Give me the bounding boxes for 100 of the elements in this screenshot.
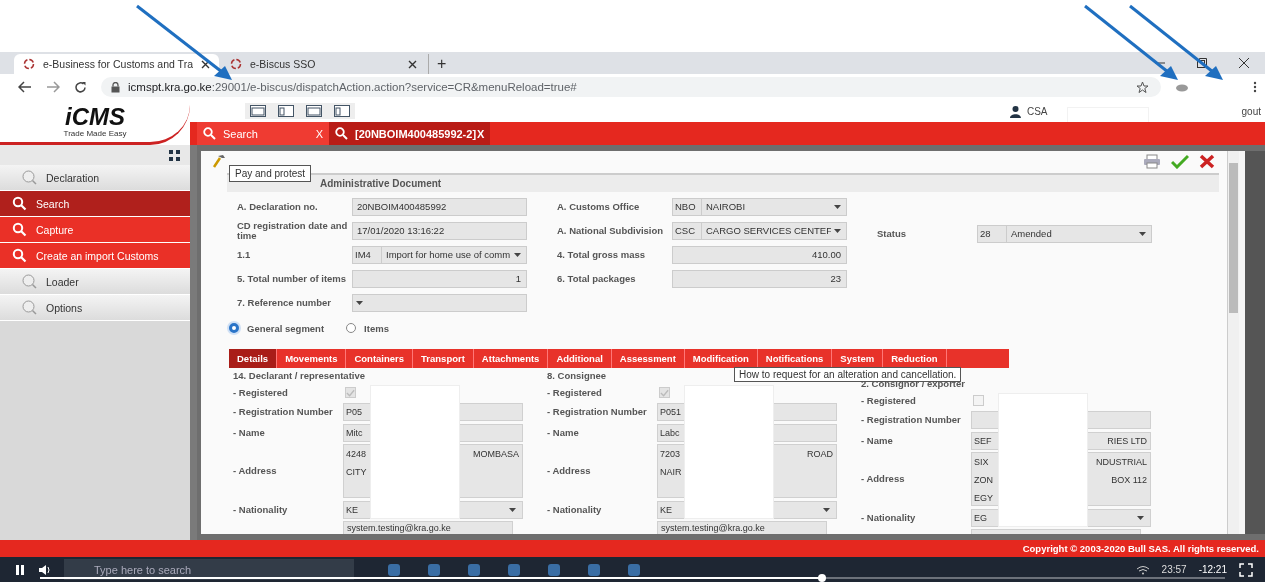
- field-label: CD registration date and time: [237, 220, 349, 241]
- app-icon[interactable]: [626, 561, 642, 578]
- site-icon: [23, 58, 35, 70]
- form-field[interactable]: NBO NAIROBI: [672, 197, 847, 216]
- field-label: - Name: [547, 427, 580, 438]
- radio-option[interactable]: Items: [346, 319, 389, 337]
- grid-icon[interactable]: [169, 149, 180, 161]
- browser-tab[interactable]: e-Business for Customs and Tra: [14, 54, 219, 74]
- layout-icon[interactable]: [277, 104, 295, 118]
- detail-tab[interactable]: Attachments: [473, 349, 549, 368]
- layout-icon[interactable]: [249, 104, 267, 118]
- search-icon: [22, 300, 37, 315]
- module-tab[interactable]: Search X: [197, 122, 329, 145]
- browser-tab[interactable]: e-Biscus SSO: [221, 54, 426, 74]
- search-icon: [203, 127, 216, 140]
- layout-icon[interactable]: [305, 104, 323, 118]
- detail-tab[interactable]: Movements: [277, 349, 347, 368]
- sidebar-item[interactable]: Capture: [0, 217, 190, 243]
- sidebar-item[interactable]: Options: [0, 295, 190, 321]
- input-field[interactable]: [1088, 410, 1151, 429]
- extension-icon[interactable]: [1175, 82, 1189, 92]
- app-icon[interactable]: [506, 561, 522, 578]
- sidebar-item[interactable]: Search: [0, 191, 190, 217]
- fullscreen-icon[interactable]: [1239, 562, 1253, 577]
- menu-icon[interactable]: [1253, 81, 1257, 93]
- input-field[interactable]: SEF: [971, 431, 998, 450]
- reload-icon[interactable]: [74, 80, 87, 94]
- app-icon[interactable]: [466, 561, 482, 578]
- printer-icon[interactable]: [1143, 153, 1161, 169]
- logout-link[interactable]: gout: [1241, 105, 1261, 117]
- input-field[interactable]: [774, 423, 837, 442]
- detail-tab[interactable]: Containers: [346, 349, 414, 368]
- text-area[interactable]: MOMBASA: [460, 444, 523, 498]
- field-label: - Name: [861, 435, 894, 446]
- close-icon[interactable]: [1238, 57, 1250, 69]
- checkbox[interactable]: [345, 387, 356, 398]
- text-area[interactable]: 7203 NAIR: [657, 444, 684, 498]
- detail-tab[interactable]: Transport: [413, 349, 474, 368]
- dropdown[interactable]: KE: [343, 500, 370, 519]
- pause-icon[interactable]: [14, 563, 26, 576]
- input-field[interactable]: P051: [657, 402, 684, 421]
- form-field[interactable]: 1: [352, 269, 527, 288]
- app-icon[interactable]: [586, 561, 602, 578]
- sidebar-item[interactable]: Loader: [0, 269, 190, 295]
- dropdown[interactable]: KE: [657, 500, 684, 519]
- app-icon[interactable]: [546, 561, 562, 578]
- back-arrow-icon[interactable]: [18, 81, 32, 93]
- form-field[interactable]: IM4 Import for home use of comm: [352, 245, 527, 264]
- text-area[interactable]: SIX ZON EGY: [971, 452, 998, 506]
- input-field[interactable]: [971, 410, 998, 429]
- form-field[interactable]: 17/01/2020 13:16:22: [352, 221, 527, 240]
- check-icon[interactable]: [1171, 153, 1189, 169]
- app-icon[interactable]: [386, 561, 402, 578]
- sidebar-item[interactable]: Create an import Customs: [0, 243, 190, 269]
- form-field[interactable]: 23: [672, 269, 847, 288]
- search-field[interactable]: Type here to search: [64, 559, 354, 580]
- detail-tab[interactable]: Details: [229, 349, 278, 368]
- scrollbar[interactable]: [1227, 151, 1239, 534]
- address-field[interactable]: icmspt.kra.go.ke:29001/e-biscus/dispatchAction.action?service=CR&menuReload=true#: [101, 77, 1161, 97]
- input-field[interactable]: [460, 402, 523, 421]
- star-icon[interactable]: [1136, 80, 1149, 94]
- field-label: - Nationality: [861, 512, 917, 523]
- close-icon[interactable]: [201, 59, 210, 69]
- input-field[interactable]: [460, 423, 523, 442]
- volume-icon[interactable]: [38, 563, 52, 576]
- radio-option[interactable]: General segment: [229, 319, 325, 337]
- dropdown[interactable]: EG: [971, 508, 998, 527]
- hammer-icon[interactable]: [211, 153, 227, 169]
- module-tab[interactable]: [20NBOIM400485992-2]X: [329, 122, 491, 145]
- checkbox[interactable]: [973, 395, 984, 406]
- wifi-icon: [1135, 564, 1150, 575]
- form-field[interactable]: CSC CARGO SERVICES CENTEF: [672, 221, 847, 240]
- input-field[interactable]: Labc: [657, 423, 684, 442]
- checkbox[interactable]: [659, 387, 670, 398]
- input-field[interactable]: system.testing@kra.go.ke: [657, 521, 827, 534]
- input-field[interactable]: [774, 402, 837, 421]
- form-field[interactable]: 20NBOIM400485992: [352, 197, 527, 216]
- text-area[interactable]: 4248 CITY: [343, 444, 370, 498]
- form-field[interactable]: 410.00: [672, 245, 847, 264]
- app-icon[interactable]: [426, 561, 442, 578]
- form-field[interactable]: [352, 293, 527, 312]
- restore-icon[interactable]: [1196, 57, 1208, 69]
- search-icon: [12, 222, 27, 237]
- text-area[interactable]: NDUSTRIAL BOX 112: [1088, 452, 1151, 506]
- field-label: 6. Total packages: [557, 273, 637, 284]
- input-field[interactable]: Mitc: [343, 423, 370, 442]
- input-field[interactable]: system.testing@kra.go.ke: [343, 521, 513, 534]
- input-field[interactable]: RIES LTD: [1088, 431, 1151, 450]
- layout-icon[interactable]: [333, 104, 351, 118]
- input-field[interactable]: P05: [343, 402, 370, 421]
- close-icon[interactable]: [408, 59, 417, 69]
- caret-icon: [509, 507, 516, 512]
- sidebar-item[interactable]: Declaration: [0, 165, 190, 191]
- field-label: - Registration Number: [547, 406, 648, 417]
- user-icon: [1008, 104, 1022, 118]
- forward-arrow-icon[interactable]: [46, 81, 60, 93]
- detail-tab[interactable]: Assessment: [611, 349, 685, 368]
- text-area[interactable]: ROAD: [774, 444, 837, 498]
- detail-tab[interactable]: Additional: [548, 349, 612, 368]
- form-field[interactable]: 28 Amended: [977, 224, 1152, 243]
